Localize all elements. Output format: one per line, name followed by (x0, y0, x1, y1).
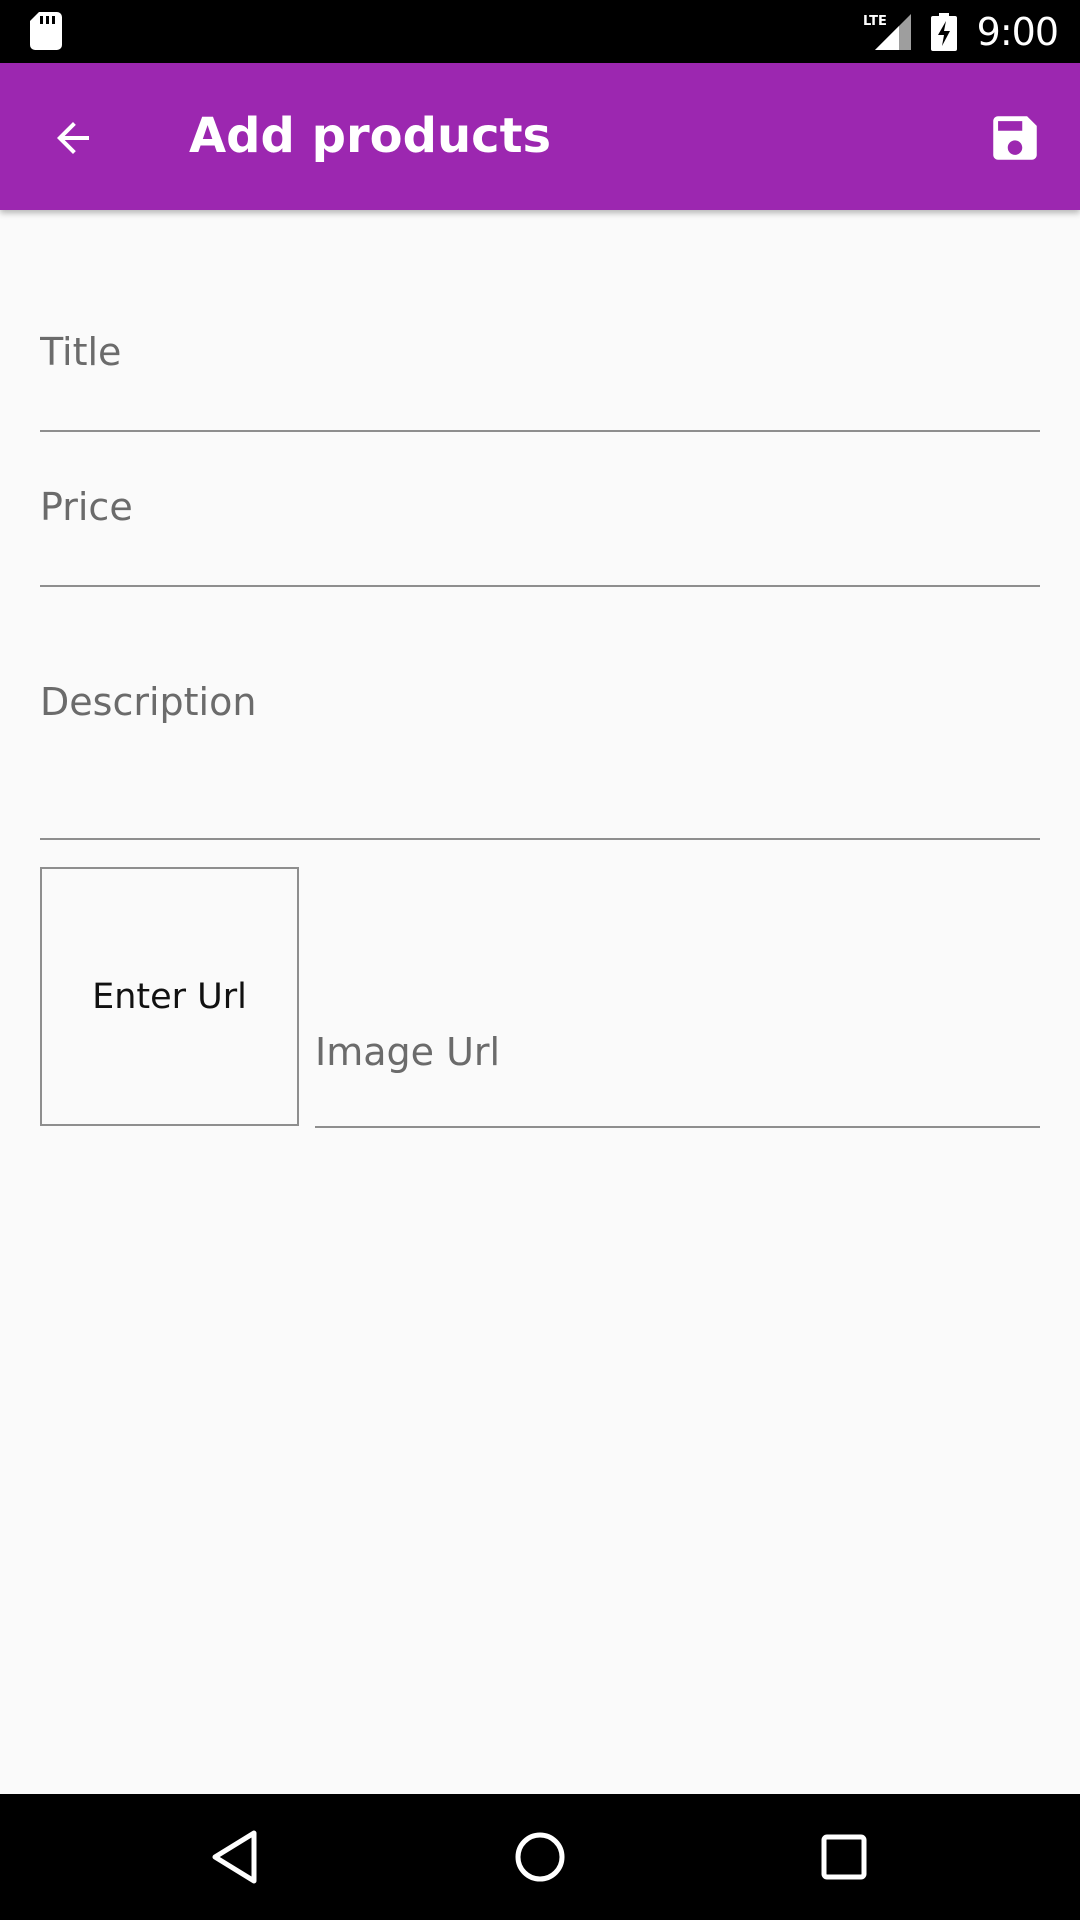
title-input[interactable] (40, 320, 1040, 384)
image-url-underline (315, 1126, 1040, 1128)
clock: 9:00 (976, 9, 1059, 54)
nav-recents-button[interactable] (809, 1822, 879, 1892)
description-field (40, 680, 1040, 840)
description-input[interactable] (40, 680, 1040, 744)
save-button[interactable] (980, 103, 1050, 173)
page-title: Add products (189, 108, 552, 164)
nav-home-icon (515, 1832, 565, 1882)
nav-back-icon (212, 1830, 257, 1884)
title-field (40, 320, 1040, 432)
image-url-input[interactable] (315, 1020, 1040, 1084)
nav-recents-icon (821, 1834, 867, 1880)
status-bar: LTE 9:00 (0, 0, 1080, 63)
back-button[interactable] (38, 103, 108, 173)
nav-home-button[interactable] (505, 1822, 575, 1892)
status-icons: LTE 9:00 (863, 0, 1059, 63)
app-bar: Add products (0, 63, 1080, 210)
sd-card-icon (30, 12, 62, 50)
price-field (40, 475, 1040, 587)
image-url-field (315, 1020, 1040, 1128)
price-underline (40, 585, 1040, 587)
image-preview-text: Enter Url (92, 976, 247, 1017)
description-underline (40, 838, 1040, 840)
save-icon (993, 116, 1037, 160)
navigation-bar (0, 1794, 1080, 1920)
arrow-back-icon (57, 122, 89, 154)
svg-text:LTE: LTE (863, 14, 887, 29)
lte-signal-icon: LTE (863, 13, 911, 50)
nav-back-button[interactable] (200, 1822, 270, 1892)
battery-charging-icon (930, 12, 957, 51)
price-input[interactable] (40, 475, 1040, 539)
image-preview: Enter Url (40, 867, 299, 1126)
title-underline (40, 430, 1040, 432)
